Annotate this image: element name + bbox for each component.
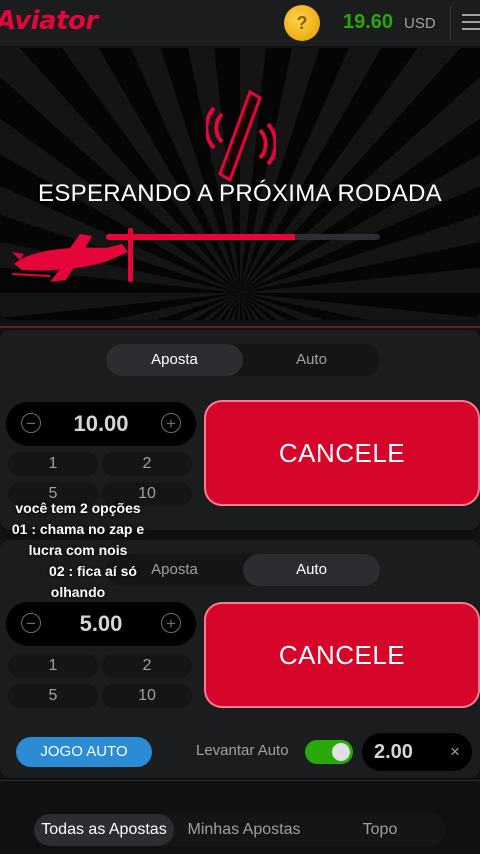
airplane-icon bbox=[11, 228, 133, 282]
tab-my-bets[interactable]: Minhas Apostas bbox=[174, 814, 314, 846]
balance-currency: USD bbox=[404, 15, 436, 32]
increase-icon[interactable]: + bbox=[161, 613, 181, 633]
bet-amount-value[interactable]: 10.00 bbox=[46, 411, 156, 437]
coin-icon[interactable]: ? bbox=[284, 5, 320, 41]
caption-line: lucra com nois bbox=[28, 542, 128, 558]
tab-auto[interactable]: Auto bbox=[243, 344, 380, 376]
coin-symbol: ? bbox=[296, 12, 308, 33]
caption-line: você tem 2 opções bbox=[15, 500, 141, 516]
caption-line: 02 : fica aí só bbox=[49, 563, 137, 579]
toggle-knob bbox=[332, 743, 350, 761]
panel-divider bbox=[0, 326, 480, 328]
auto-cashout-toggle[interactable] bbox=[305, 740, 353, 764]
caption-line: 01 : chama no zap e bbox=[11, 521, 145, 537]
propeller-loading-icon bbox=[206, 89, 276, 183]
header-divider bbox=[450, 6, 451, 40]
tab-top[interactable]: Topo bbox=[314, 814, 446, 846]
bet-amount-stepper: − 10.00 + bbox=[6, 402, 196, 446]
game-canvas: ESPERANDO A PRÓXIMA RODADA bbox=[0, 48, 480, 320]
cancel-bet-button[interactable]: CANCELE bbox=[204, 602, 480, 708]
quick-amount-2[interactable]: 2 bbox=[102, 654, 192, 678]
decrease-icon[interactable]: − bbox=[21, 413, 41, 433]
cancel-bet-button[interactable]: CANCELE bbox=[204, 400, 480, 506]
caption-line: olhando bbox=[50, 584, 106, 600]
bet-amount-stepper: − 5.00 + bbox=[6, 602, 196, 646]
balance-amount: 19.60 bbox=[343, 11, 394, 33]
tab-auto[interactable]: Auto bbox=[243, 554, 380, 586]
quick-amount-2[interactable]: 2 bbox=[102, 452, 192, 476]
bets-list-tabs: Todas as Apostas Minhas Apostas Topo bbox=[34, 814, 446, 846]
clear-icon[interactable]: × bbox=[450, 742, 460, 762]
quick-amount-1[interactable]: 1 bbox=[8, 654, 98, 678]
auto-cashout-label: Levantar Auto bbox=[196, 742, 289, 759]
overlay-caption: você tem 2 opções 01 : chama no zap e lu… bbox=[0, 498, 156, 603]
bet-mode-tabs: Aposta Auto bbox=[106, 344, 380, 376]
auto-play-button[interactable]: JOGO AUTO bbox=[16, 737, 152, 767]
section-divider bbox=[0, 780, 480, 781]
quick-amount-1[interactable]: 1 bbox=[8, 452, 98, 476]
top-bar: Aviator ? 19.60 USD bbox=[0, 0, 480, 46]
aviator-logo: Aviator bbox=[0, 6, 98, 36]
auto-cashout-field[interactable]: 2.00 × bbox=[362, 733, 472, 771]
round-status-text: ESPERANDO A PRÓXIMA RODADA bbox=[38, 180, 442, 207]
increase-icon[interactable]: + bbox=[161, 413, 181, 433]
tab-all-bets[interactable]: Todas as Apostas bbox=[34, 814, 174, 846]
auto-cashout-value[interactable]: 2.00 bbox=[374, 741, 413, 764]
bet-amount-value[interactable]: 5.00 bbox=[46, 611, 156, 637]
hamburger-menu-icon[interactable] bbox=[462, 14, 480, 35]
tab-aposta[interactable]: Aposta bbox=[106, 344, 243, 376]
quick-amount-5[interactable]: 5 bbox=[8, 684, 98, 708]
decrease-icon[interactable]: − bbox=[21, 613, 41, 633]
quick-amount-10[interactable]: 10 bbox=[102, 684, 192, 708]
